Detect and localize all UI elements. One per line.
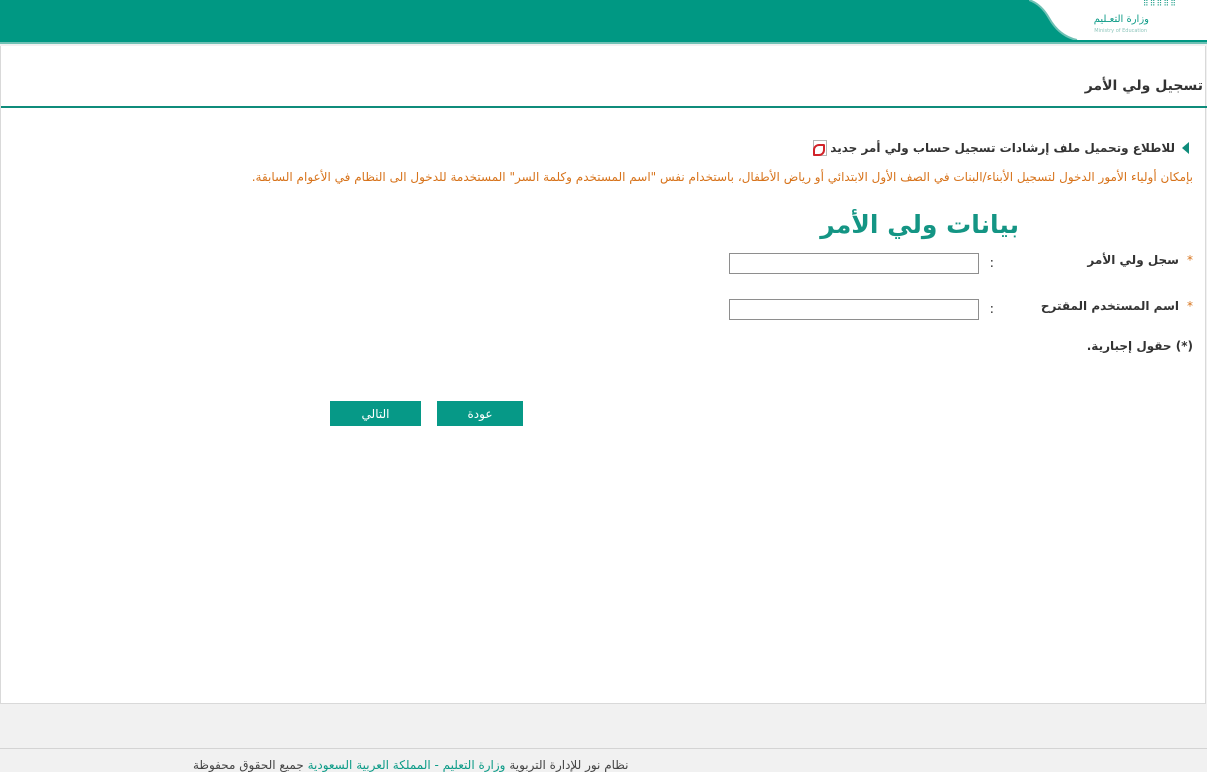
field-colon: : (989, 256, 994, 271)
logo-dots-icon: ⠿⠿⠿⠿⠿ (1142, 0, 1177, 8)
footer-ministry-link[interactable]: وزارة التعليم (443, 758, 506, 772)
top-header-bar: ⠿⠿⠿⠿⠿ وزارة التعـليم Ministry of Educati… (0, 0, 1207, 44)
footer-divider (0, 748, 1207, 749)
guardian-record-row: * سجل ولي الأمر : (0, 253, 1205, 275)
section-title: بيانات ولي الأمر (820, 210, 1019, 239)
footer-kingdom-link[interactable]: المملكة العربية السعودية (308, 758, 431, 772)
field-colon: : (989, 302, 994, 317)
page-title: تسجيل ولي الأمر (1084, 78, 1203, 94)
footer-rights: جميع الحقوق محفوظة (193, 758, 304, 772)
footer-copyright: نظام نور للإدارة التربوية وزارة التعليم … (193, 758, 628, 772)
guardian-record-label: سجل ولي الأمر (1087, 253, 1179, 267)
logo-arabic-text: وزارة التعـليم (1093, 14, 1149, 25)
back-button[interactable]: عودة (437, 401, 523, 426)
suggested-username-input[interactable] (729, 299, 979, 320)
ministry-logo[interactable]: ⠿⠿⠿⠿⠿ وزارة التعـليم Ministry of Educati… (1029, 0, 1207, 40)
username-row: * اسم المستخدم المقترح : (0, 299, 1205, 321)
guardian-record-input[interactable] (729, 253, 979, 274)
arrow-left-icon (1182, 142, 1189, 154)
required-star: * (1187, 253, 1193, 267)
next-button[interactable]: التالي (330, 401, 421, 426)
guide-download-link[interactable]: للاطلاع وتحميل ملف إرشادات تسجيل حساب ول… (813, 140, 1189, 156)
title-divider (1, 106, 1207, 108)
required-fields-note: (*) حقول إجبارية. (1086, 339, 1193, 353)
footer-system-name: نظام نور للإدارة التربوية (509, 758, 629, 772)
pdf-icon[interactable] (813, 140, 828, 156)
footer-separator: - (430, 758, 443, 772)
guide-link-text[interactable]: للاطلاع وتحميل ملف إرشادات تسجيل حساب ول… (830, 141, 1175, 155)
required-star: * (1187, 299, 1193, 313)
logo-english-text: Ministry of Education (1094, 28, 1147, 34)
main-panel: تسجيل ولي الأمر للاطلاع وتحميل ملف إرشاد… (0, 46, 1207, 704)
notice-text: بإمكان أولياء الأمور الدخول لتسجيل الأبن… (251, 170, 1193, 184)
username-label: اسم المستخدم المقترح (1040, 299, 1179, 313)
